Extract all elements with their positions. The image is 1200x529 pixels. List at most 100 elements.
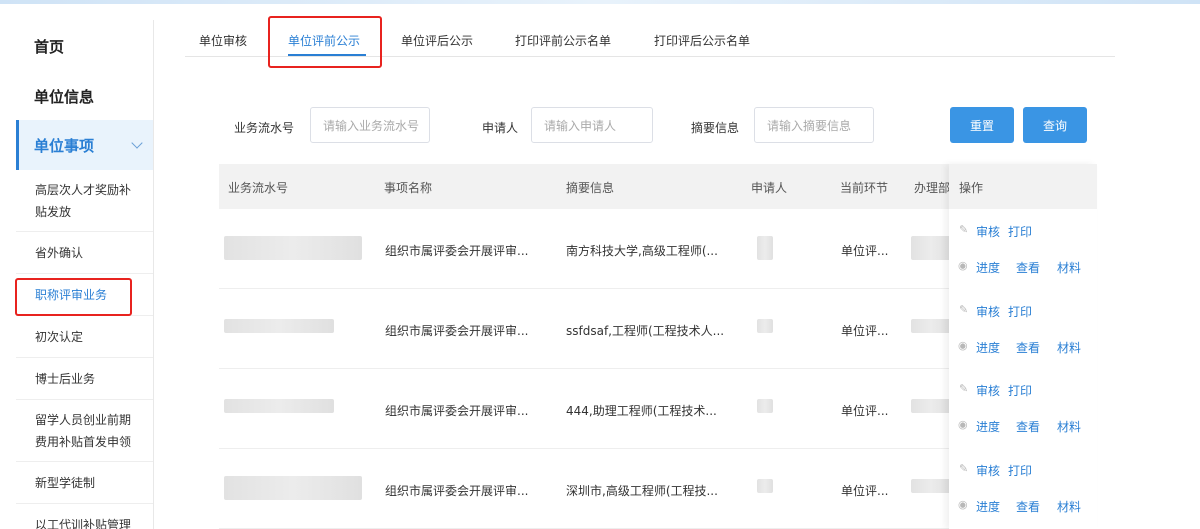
applicant-input[interactable]: 请输入申请人	[531, 107, 653, 143]
audit-link[interactable]: 审核	[976, 382, 1000, 399]
department-redacted	[911, 399, 951, 413]
nav-unit-matters[interactable]: 单位事项	[16, 120, 153, 170]
tab-print-pre-list[interactable]: 打印评前公示名单	[515, 32, 611, 49]
material-link[interactable]: 材料	[1057, 339, 1081, 356]
sidebar-item-apprenticeship[interactable]: 新型学徒制	[16, 462, 153, 504]
serial-redacted	[224, 236, 362, 260]
serial-input[interactable]: 请输入业务流水号	[310, 107, 430, 143]
sidebar-item-label: 省外确认	[35, 245, 84, 260]
item-name-cell: 组织市属评委会开展评审...	[385, 244, 529, 258]
material-link[interactable]: 材料	[1057, 498, 1081, 515]
sidebar: 首页 单位信息 单位事项 高层次人才奖励补贴发放 省外确认 职称评审业务 初次认…	[16, 20, 154, 529]
serial-redacted	[224, 399, 334, 413]
tab-print-post-list[interactable]: 打印评后公示名单	[654, 32, 750, 49]
query-button[interactable]: 查询	[1023, 107, 1087, 143]
summary-cell: ssfdsaf,工程师(工程技术人...	[566, 324, 725, 338]
material-link[interactable]: 材料	[1057, 259, 1081, 276]
top-bar	[0, 0, 1200, 4]
print-link[interactable]: 打印	[1008, 303, 1032, 320]
summary-input[interactable]: 请输入摘要信息	[754, 107, 874, 143]
sidebar-item-overseas-subsidy[interactable]: 留学人员创业前期费用补贴首发申领	[16, 400, 153, 462]
progress-link[interactable]: 进度	[976, 339, 1000, 356]
edit-icon: ✎	[959, 223, 969, 236]
applicant-redacted	[757, 319, 773, 333]
summary-label: 摘要信息	[691, 121, 740, 135]
stage-cell: 单位评...	[841, 484, 889, 498]
sidebar-item-initial-recognition[interactable]: 初次认定	[16, 316, 153, 358]
col-serial: 业务流水号	[228, 181, 289, 195]
nav-home[interactable]: 首页	[16, 20, 153, 72]
summary-placeholder: 请输入摘要信息	[767, 118, 852, 133]
sidebar-item-out-of-province[interactable]: 省外确认	[16, 232, 153, 274]
department-redacted	[911, 319, 951, 333]
view-link[interactable]: 查看	[1016, 259, 1040, 276]
material-link[interactable]: 材料	[1057, 418, 1081, 435]
eye-icon: ◉	[958, 498, 968, 511]
sidebar-item-postdoc[interactable]: 博士后业务	[16, 358, 153, 400]
summary-cell: 深圳市,高级工程师(工程技...	[566, 484, 718, 498]
edit-icon: ✎	[959, 303, 969, 316]
reset-button[interactable]: 重置	[950, 107, 1014, 143]
progress-link[interactable]: 进度	[976, 259, 1000, 276]
applicant-placeholder: 请输入申请人	[544, 118, 617, 133]
sidebar-item-label: 博士后业务	[35, 371, 96, 386]
stage-cell: 单位评...	[841, 244, 889, 258]
col-department: 办理部门	[914, 181, 950, 195]
col-applicant: 申请人	[751, 181, 788, 195]
highlight-box-sidebar	[15, 278, 132, 316]
sidebar-item-label: 初次认定	[35, 329, 84, 344]
item-name-cell: 组织市属评委会开展评审...	[385, 404, 529, 418]
nav-home-label: 首页	[34, 37, 65, 56]
operations-header: 操作	[949, 164, 1097, 209]
audit-link[interactable]: 审核	[976, 303, 1000, 320]
item-name-cell: 组织市属评委会开展评审...	[385, 324, 529, 338]
applicant-redacted	[757, 399, 773, 413]
progress-link[interactable]: 进度	[976, 498, 1000, 515]
audit-link[interactable]: 审核	[976, 223, 1000, 240]
stage-cell: 单位评...	[841, 404, 889, 418]
sidebar-item-label: 高层次人才奖励补贴发放	[35, 182, 132, 219]
sidebar-item-training-subsidy[interactable]: 以工代训补贴管理	[16, 504, 153, 529]
department-redacted	[911, 479, 951, 493]
edit-icon: ✎	[959, 462, 969, 475]
eye-icon: ◉	[958, 418, 968, 431]
highlight-box-tab	[268, 16, 382, 68]
print-link[interactable]: 打印	[1008, 223, 1032, 240]
applicant-redacted	[757, 236, 773, 260]
department-redacted	[911, 236, 951, 260]
applicant-redacted	[757, 479, 773, 493]
serial-label: 业务流水号	[234, 121, 295, 135]
col-item-name: 事项名称	[384, 181, 433, 195]
operations-column: 操作 ✎ 审核 打印 ◉ 进度 查看 材料 ✎ 审核 打印 ◉ 进度 查看 材料…	[949, 164, 1097, 529]
nav-unit-info-label: 单位信息	[34, 87, 95, 106]
tab-post-review-notice[interactable]: 单位评后公示	[401, 32, 473, 49]
nav-unit-matters-label: 单位事项	[34, 136, 95, 155]
tab-unit-audit[interactable]: 单位审核	[199, 32, 247, 49]
view-link[interactable]: 查看	[1016, 339, 1040, 356]
nav-unit-info[interactable]: 单位信息	[16, 72, 153, 120]
eye-icon: ◉	[958, 259, 968, 272]
eye-icon: ◉	[958, 339, 968, 352]
col-stage: 当前环节	[840, 181, 889, 195]
col-summary: 摘要信息	[566, 181, 615, 195]
edit-icon: ✎	[959, 382, 969, 395]
serial-redacted	[224, 476, 362, 500]
sidebar-item-label: 以工代训补贴管理	[35, 518, 132, 529]
item-name-cell: 组织市属评委会开展评审...	[385, 484, 529, 498]
summary-cell: 444,助理工程师(工程技术...	[566, 404, 717, 418]
audit-link[interactable]: 审核	[976, 462, 1000, 479]
print-link[interactable]: 打印	[1008, 462, 1032, 479]
summary-cell: 南方科技大学,高级工程师(...	[566, 244, 718, 258]
applicant-label: 申请人	[482, 121, 519, 135]
progress-link[interactable]: 进度	[976, 418, 1000, 435]
sidebar-item-talent-subsidy[interactable]: 高层次人才奖励补贴发放	[16, 170, 153, 232]
print-link[interactable]: 打印	[1008, 382, 1032, 399]
view-link[interactable]: 查看	[1016, 498, 1040, 515]
serial-redacted	[224, 319, 334, 333]
stage-cell: 单位评...	[841, 324, 889, 338]
col-operations: 操作	[959, 181, 984, 195]
chevron-down-icon	[131, 137, 143, 149]
view-link[interactable]: 查看	[1016, 418, 1040, 435]
sidebar-item-label: 留学人员创业前期费用补贴首发申领	[35, 412, 132, 449]
serial-placeholder: 请输入业务流水号	[323, 118, 420, 133]
